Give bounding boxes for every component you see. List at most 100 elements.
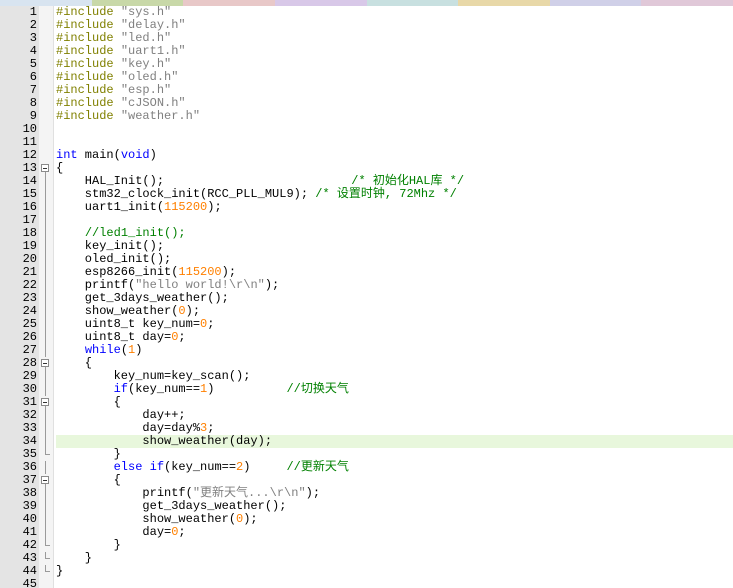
code-line[interactable]: 42 } bbox=[0, 539, 733, 552]
code-token: main( bbox=[77, 148, 121, 162]
code-text[interactable]: if(key_num==1) //切换天气 bbox=[56, 383, 733, 396]
code-text[interactable] bbox=[56, 136, 733, 149]
code-text[interactable]: } bbox=[56, 552, 733, 565]
fold-toggle-icon[interactable] bbox=[40, 357, 52, 370]
code-line[interactable]: 45 bbox=[0, 578, 733, 588]
code-token: uart1_init( bbox=[56, 200, 165, 214]
code-token: //切换天气 bbox=[286, 382, 349, 396]
fold-guide-line bbox=[40, 292, 52, 305]
code-line[interactable]: 16 uart1_init(115200); bbox=[0, 201, 733, 214]
fold-guide-line bbox=[40, 435, 52, 448]
code-token: ) bbox=[243, 460, 287, 474]
code-token: #include bbox=[56, 57, 121, 71]
code-token: key_init(); bbox=[56, 239, 165, 253]
fold-guide-line bbox=[40, 318, 52, 331]
collapse-icon[interactable] bbox=[41, 359, 49, 367]
code-token: } bbox=[56, 551, 93, 565]
code-token: ( bbox=[120, 343, 129, 357]
code-token: esp8266_init( bbox=[56, 265, 179, 279]
code-token: oled_init(); bbox=[56, 252, 172, 266]
code-text[interactable]: uint8_t day=0; bbox=[56, 331, 733, 344]
code-token: { bbox=[56, 473, 121, 487]
code-line[interactable]: 12 int main(void) bbox=[0, 149, 733, 162]
code-text[interactable]: show_weather(day); bbox=[56, 435, 733, 448]
fold-guide-line bbox=[40, 487, 52, 500]
code-token: uint8_t day= bbox=[56, 330, 172, 344]
code-token: "esp.h" bbox=[120, 83, 172, 97]
fold-toggle-icon[interactable] bbox=[40, 396, 52, 409]
code-line[interactable]: 44} bbox=[0, 565, 733, 578]
code-token: if bbox=[113, 382, 129, 396]
line-number: 45 bbox=[22, 577, 37, 588]
code-token: ); bbox=[207, 200, 222, 214]
code-token: ; bbox=[178, 330, 186, 344]
code-lines: 1 #include "sys.h" 2 #include "delay.h" 3 #in… bbox=[0, 6, 733, 588]
code-text[interactable]: else if(key_num==2) //更新天气 bbox=[56, 461, 733, 474]
fold-guide-line bbox=[40, 461, 52, 474]
code-text[interactable]: while(1) bbox=[56, 344, 733, 357]
fold-toggle-icon[interactable] bbox=[40, 162, 52, 175]
collapse-icon[interactable] bbox=[41, 398, 49, 406]
code-token: printf( bbox=[56, 278, 136, 292]
code-token: show_weather( bbox=[56, 512, 237, 526]
code-token: //更新天气 bbox=[286, 460, 349, 474]
fold-guide-line bbox=[40, 214, 52, 227]
code-token: ); bbox=[243, 512, 258, 526]
code-token: key_num=key_scan(); bbox=[56, 369, 251, 383]
code-token: "uart1.h" bbox=[120, 44, 186, 58]
collapse-icon[interactable] bbox=[41, 164, 49, 172]
code-text[interactable] bbox=[56, 578, 733, 588]
code-token: "led.h" bbox=[120, 31, 172, 45]
code-token: "更新天气...\r\n" bbox=[192, 486, 306, 500]
fold-guide-line bbox=[40, 266, 52, 279]
code-line[interactable]: 27 while(1) bbox=[0, 344, 733, 357]
code-token: day++; bbox=[56, 408, 186, 422]
code-token: #include bbox=[56, 5, 121, 19]
code-text[interactable] bbox=[56, 123, 733, 136]
fold-guide-line bbox=[40, 526, 52, 539]
fold-toggle-icon[interactable] bbox=[40, 474, 52, 487]
code-token: "delay.h" bbox=[120, 18, 186, 32]
code-token: show_weather(day); bbox=[56, 434, 273, 448]
code-token: "oled.h" bbox=[120, 70, 179, 84]
code-token: get_3days_weather(); bbox=[56, 291, 229, 305]
code-token: ) bbox=[135, 343, 143, 357]
code-text[interactable]: int main(void) bbox=[56, 149, 733, 162]
code-token: "sys.h" bbox=[120, 5, 172, 19]
fold-guide-line bbox=[40, 513, 52, 526]
code-token: 115200 bbox=[178, 265, 222, 279]
code-text[interactable]: day=0; bbox=[56, 526, 733, 539]
code-token: { bbox=[56, 356, 93, 370]
code-editor[interactable]: 1 #include "sys.h" 2 #include "delay.h" 3 #in… bbox=[0, 0, 733, 588]
code-token: "cJSON.h" bbox=[120, 96, 186, 110]
code-line[interactable]: 9 #include "weather.h" bbox=[0, 110, 733, 123]
code-token: void bbox=[120, 148, 150, 162]
code-token: HAL_Init(); bbox=[56, 174, 352, 188]
code-text[interactable]: #include "weather.h" bbox=[56, 110, 733, 123]
code-token: } bbox=[56, 564, 64, 578]
code-token: (key_num== bbox=[128, 382, 201, 396]
code-text[interactable]: uart1_init(115200); bbox=[56, 201, 733, 214]
code-line[interactable]: 43 } bbox=[0, 552, 733, 565]
code-token: //led1_init(); bbox=[84, 226, 186, 240]
code-token: get_3days_weather(); bbox=[56, 499, 287, 513]
code-token: } bbox=[56, 447, 121, 461]
code-text[interactable]: } bbox=[56, 539, 733, 552]
fold-guide-line bbox=[40, 227, 52, 240]
code-token: "key.h" bbox=[120, 57, 172, 71]
code-line[interactable]: 10 bbox=[0, 123, 733, 136]
fold-guide-line bbox=[40, 409, 52, 422]
code-token: #include bbox=[56, 18, 121, 32]
code-text[interactable]: } bbox=[56, 565, 733, 578]
fold-guide-line bbox=[40, 370, 52, 383]
code-token: ); bbox=[264, 278, 280, 292]
fold-end-marker bbox=[40, 539, 52, 552]
code-token: 0 bbox=[178, 304, 186, 318]
code-token: (key_num== bbox=[164, 460, 237, 474]
fold-guide-line bbox=[40, 331, 52, 344]
code-token: while bbox=[84, 343, 121, 357]
collapse-icon[interactable] bbox=[41, 476, 49, 484]
code-token: } bbox=[56, 538, 121, 552]
